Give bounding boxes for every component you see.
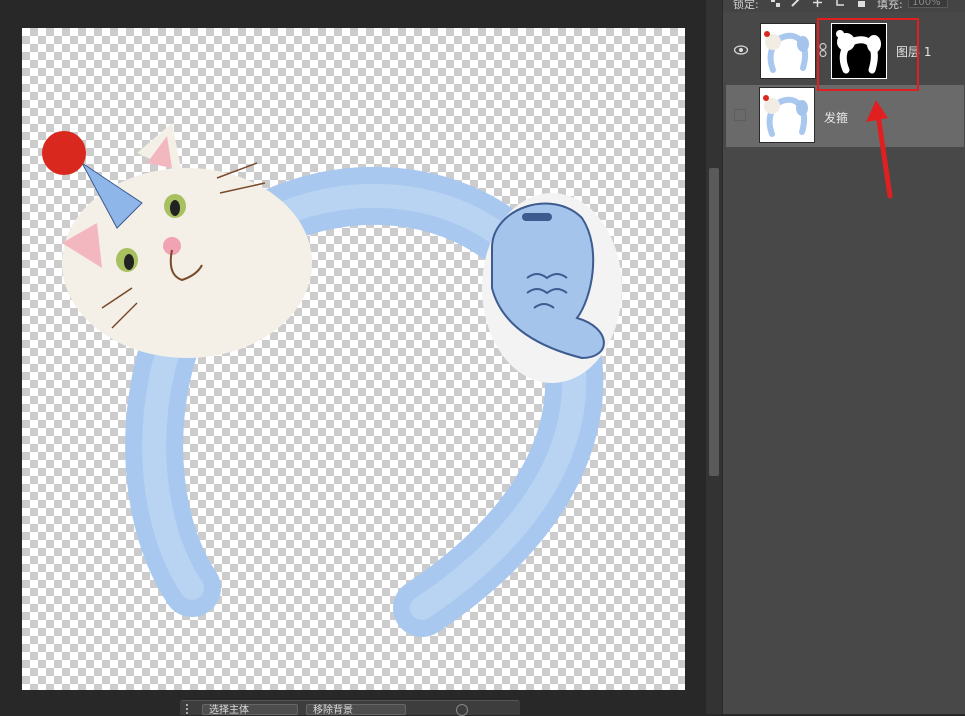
vertical-scrollbar[interactable] bbox=[706, 0, 722, 714]
headband-thumbnail-image bbox=[763, 95, 808, 137]
fill-label: 填充: bbox=[877, 0, 903, 11]
drag-handle-icon[interactable] bbox=[186, 704, 190, 714]
visibility-toggle[interactable] bbox=[734, 109, 746, 121]
canvas-workspace[interactable] bbox=[0, 0, 706, 714]
contextual-task-bar[interactable]: 选择主体 移除背景 bbox=[180, 700, 520, 716]
headband-thumbnail-image bbox=[764, 31, 809, 73]
select-subject-button[interactable]: 选择主体 bbox=[202, 704, 298, 716]
layer-thumbnail[interactable] bbox=[759, 87, 815, 143]
scrollbar-thumb[interactable] bbox=[709, 168, 719, 476]
fill-input[interactable]: 100% bbox=[908, 0, 948, 8]
annotation-arrow-icon bbox=[866, 100, 893, 199]
eye-icon[interactable] bbox=[734, 45, 748, 55]
document-canvas[interactable] bbox=[22, 28, 685, 690]
more-options-icon[interactable] bbox=[456, 704, 468, 716]
remove-background-button[interactable]: 移除背景 bbox=[306, 704, 406, 716]
lock-label: 锁定: bbox=[733, 0, 759, 11]
layer-row-headband[interactable]: 发箍 bbox=[726, 85, 964, 147]
artboard-lock-icon[interactable] bbox=[835, 0, 844, 7]
headband-image bbox=[42, 123, 622, 637]
layers-panel: 锁定: 填充: 100% 图层 1 发箍 bbox=[722, 0, 965, 714]
lock-row: 锁定: 填充: 100% bbox=[723, 0, 965, 12]
layer-name[interactable]: 发箍 bbox=[824, 109, 848, 126]
annotation-highlight-box bbox=[817, 18, 919, 91]
lock-transparency-icon[interactable] bbox=[771, 0, 780, 7]
layer-thumbnail[interactable] bbox=[760, 23, 816, 79]
padlock-icon[interactable] bbox=[857, 0, 866, 7]
brush-lock-icon[interactable] bbox=[791, 0, 800, 7]
move-lock-icon[interactable] bbox=[813, 0, 822, 7]
